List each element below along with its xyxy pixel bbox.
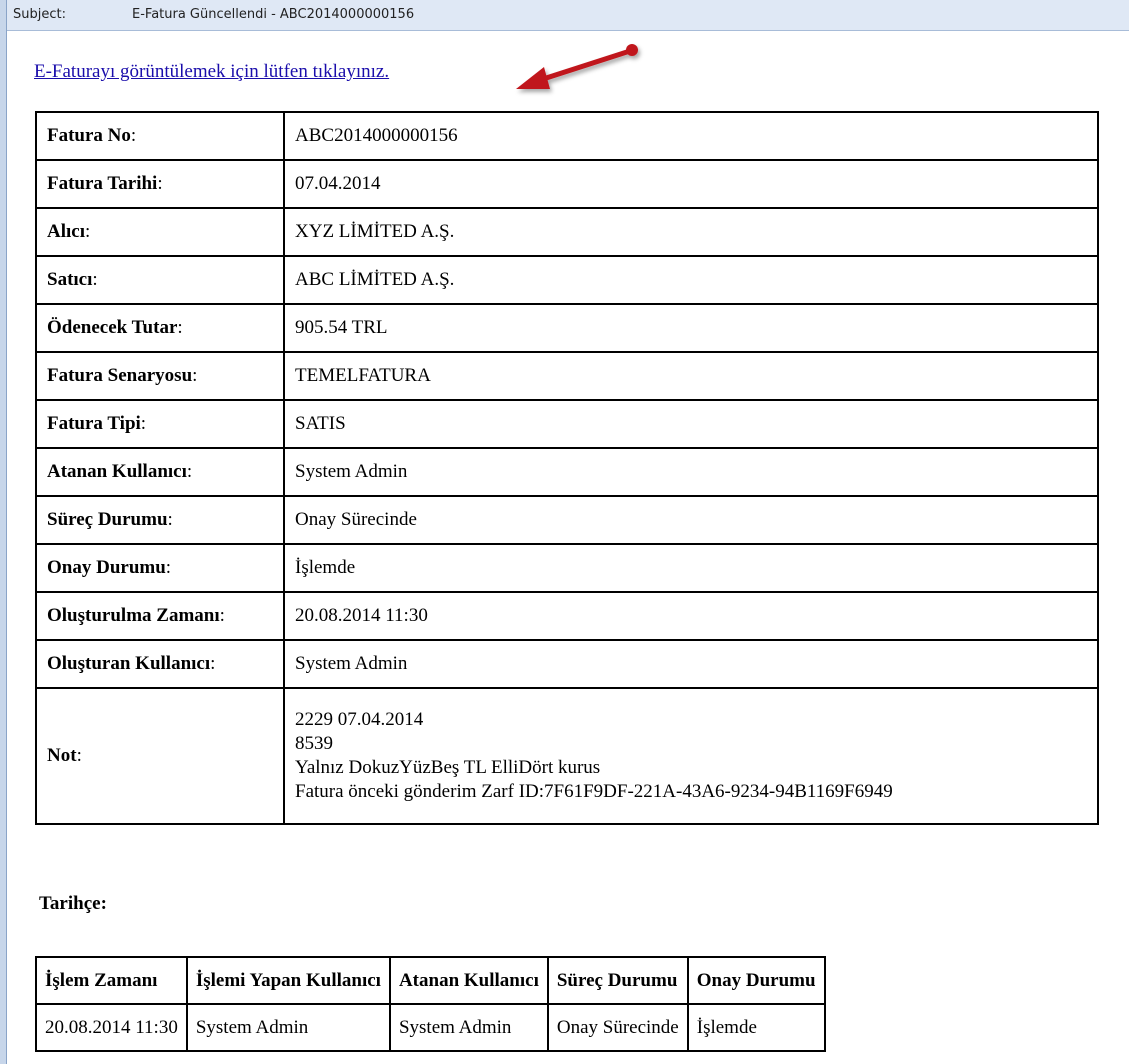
subject-value: E-Fatura Güncellendi - ABC2014000000156 [132, 7, 415, 22]
invoice-details-table: Fatura No: ABC2014000000156 Fatura Tarihi:… [35, 111, 1099, 825]
invoice-field-label: Fatura Tipi: [35, 399, 285, 449]
invoice-field-label: Oluşturan Kullanıcı: [35, 639, 285, 689]
note-line: 2229 07.04.2014 [295, 709, 424, 730]
invoice-row: Alıcı: XYZ LİMİTED A.Ş. [35, 207, 1099, 257]
invoice-field-label: Atanan Kullanıcı: [35, 447, 285, 497]
note-line: Yalnız DokuzYüzBeş TL ElliDört kurus [295, 757, 601, 778]
invoice-field-label: Oluşturulma Zamanı: [35, 591, 285, 641]
subject-label: Subject: [13, 7, 66, 22]
message-body: E-Faturayı görüntülemek için lütfen tıkl… [14, 31, 1129, 1064]
invoice-field-value: System Admin [283, 639, 1099, 689]
history-title: Tarihçe: [39, 893, 107, 914]
invoice-field-label: Fatura Senaryosu: [35, 351, 285, 401]
history-header-cell: İşlemi Yapan Kullanıcı [185, 956, 391, 1005]
invoice-note-label: Not: [35, 687, 285, 825]
invoice-field-label: Ödenecek Tutar: [35, 303, 285, 353]
invoice-field-value: 20.08.2014 11:30 [283, 591, 1099, 641]
invoice-field-label: Alıcı: [35, 207, 285, 257]
invoice-note-value: 2229 07.04.2014 8539 Yalnız DokuzYüzBeş TL… [283, 687, 1099, 825]
invoice-field-value: 905.54 TRL [283, 303, 1099, 353]
subject-bar: Subject: E-Fatura Güncellendi - ABC20140… [7, 0, 1129, 31]
invoice-field-label: Fatura No: [35, 111, 285, 161]
history-header-row: İşlem Zamanı İşlemi Yapan Kullanıcı Atanan… [35, 956, 826, 1005]
invoice-row: Atanan Kullanıcı: System Admin [35, 447, 1099, 497]
history-table: İşlem Zamanı İşlemi Yapan Kullanıcı Atanan… [35, 956, 826, 1052]
invoice-row: Fatura No: ABC2014000000156 [35, 111, 1099, 161]
invoice-field-value: ABC2014000000156 [283, 111, 1099, 161]
note-line: Fatura önceki gönderim Zarf ID:7F61F9DF-… [295, 781, 893, 802]
invoice-row: Oluşturulma Zamanı: 20.08.2014 11:30 [35, 591, 1099, 641]
note-line: 8539 [295, 733, 333, 754]
invoice-field-value: XYZ LİMİTED A.Ş. [283, 207, 1099, 257]
invoice-field-value: Onay Sürecinde [283, 495, 1099, 545]
invoice-row: Fatura Tarihi: 07.04.2014 [35, 159, 1099, 209]
history-cell: System Admin [185, 1003, 391, 1052]
invoice-field-value: İşlemde [283, 543, 1099, 593]
invoice-field-value: TEMELFATURA [283, 351, 1099, 401]
invoice-field-value: ABC LİMİTED A.Ş. [283, 255, 1099, 305]
history-row: 20.08.2014 11:30 System Admin System Admin… [35, 1003, 826, 1052]
invoice-field-label: Fatura Tarihi: [35, 159, 285, 209]
history-header-cell: Süreç Durumu [546, 956, 689, 1005]
history-cell: System Admin [388, 1003, 549, 1052]
history-cell: İşlemde [686, 1003, 826, 1052]
history-cell: 20.08.2014 11:30 [35, 1003, 188, 1052]
invoice-field-label: Onay Durumu: [35, 543, 285, 593]
invoice-row: Oluşturan Kullanıcı: System Admin [35, 639, 1099, 689]
red-pointer-arrow-icon [516, 44, 638, 89]
invoice-row: Fatura Senaryosu: TEMELFATURA [35, 351, 1099, 401]
history-header-cell: Onay Durumu [686, 956, 826, 1005]
history-header-cell: Atanan Kullanıcı [388, 956, 549, 1005]
invoice-field-value: 07.04.2014 [283, 159, 1099, 209]
invoice-row: Ödenecek Tutar: 905.54 TRL [35, 303, 1099, 353]
invoice-row: Fatura Tipi: SATIS [35, 399, 1099, 449]
invoice-field-value: System Admin [283, 447, 1099, 497]
invoice-field-label: Satıcı: [35, 255, 285, 305]
history-header-cell: İşlem Zamanı [35, 956, 188, 1005]
invoice-note-row: Not: 2229 07.04.2014 8539 Yalnız DokuzYüzBe… [35, 687, 1099, 825]
invoice-row: Onay Durumu: İşlemde [35, 543, 1099, 593]
history-cell: Onay Sürecinde [546, 1003, 689, 1052]
invoice-row: Satıcı: ABC LİMİTED A.Ş. [35, 255, 1099, 305]
invoice-row: Süreç Durumu: Onay Sürecinde [35, 495, 1099, 545]
invoice-field-value: SATIS [283, 399, 1099, 449]
invoice-field-label: Süreç Durumu: [35, 495, 285, 545]
view-invoice-link[interactable]: E-Faturayı görüntülemek için lütfen tıkl… [34, 61, 389, 83]
window-frame-left [0, 0, 7, 1064]
